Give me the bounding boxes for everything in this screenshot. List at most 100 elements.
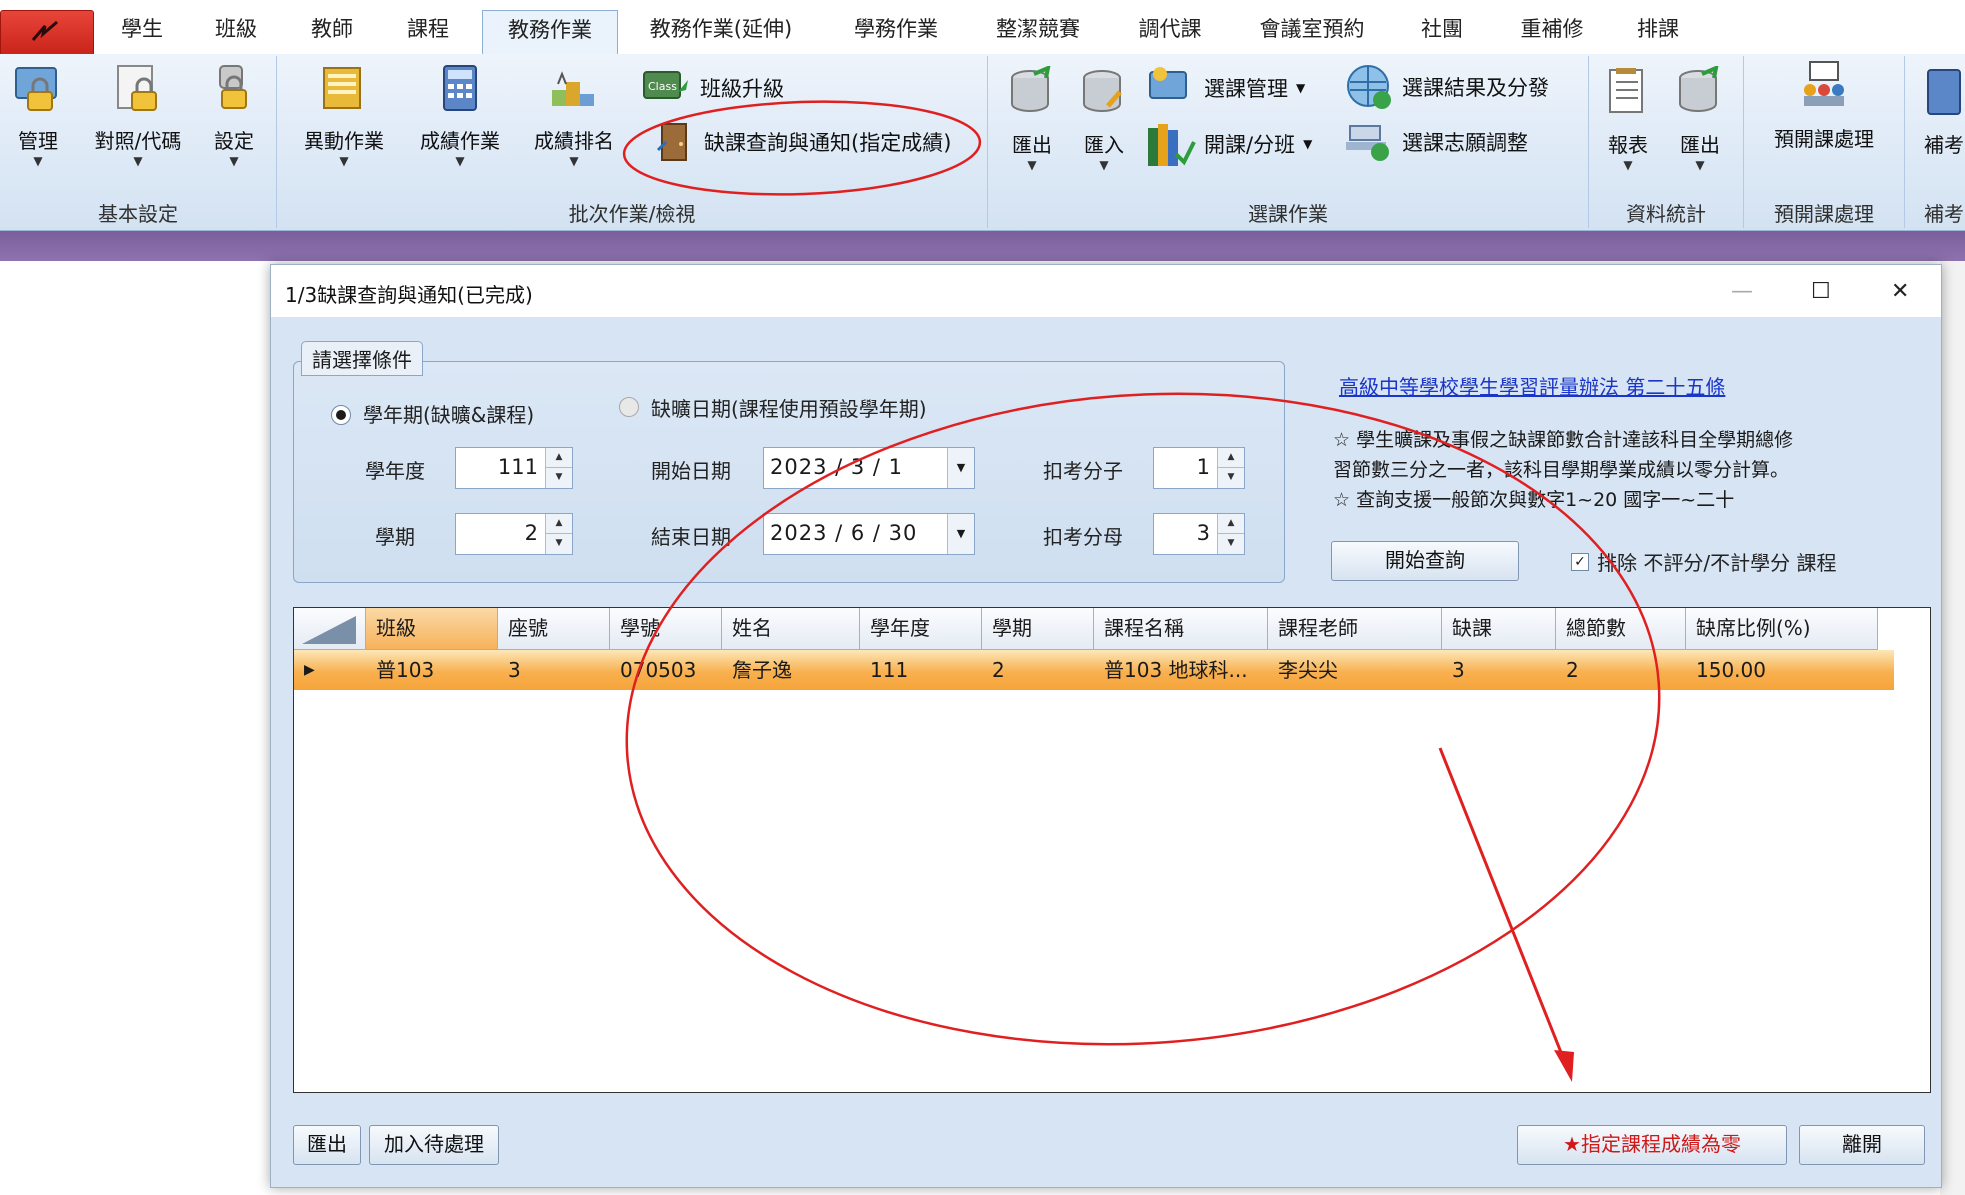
- spin-up-icon[interactable]: ▲: [546, 448, 572, 468]
- denominator-stepper[interactable]: 3 ▲ ▼: [1153, 513, 1245, 555]
- calculator-icon: [443, 65, 477, 111]
- grades-button[interactable]: 成績作業 ▼: [412, 62, 508, 168]
- zero-grade-button[interactable]: ★指定課程成績為零: [1517, 1125, 1787, 1165]
- group-label-stats: 資料統計: [1626, 202, 1706, 226]
- tab-course[interactable]: 課程: [392, 10, 464, 54]
- transfer-button[interactable]: 異動作業 ▼: [296, 62, 392, 168]
- door-exit-icon: [656, 123, 687, 161]
- class-upgrade-label: 班級升級: [700, 77, 784, 101]
- spin-down-icon[interactable]: ▼: [546, 534, 572, 553]
- course-import-button[interactable]: 匯入 ▼: [1072, 66, 1136, 172]
- column-header[interactable]: 學期: [982, 608, 1094, 650]
- semester-stepper[interactable]: 2 ▲ ▼: [455, 513, 573, 555]
- tab-club[interactable]: 社團: [1404, 10, 1480, 54]
- preopen-button[interactable]: 預開課處理: [1756, 60, 1892, 152]
- spin-up-icon[interactable]: ▲: [546, 514, 572, 534]
- end-date-label: 結束日期: [651, 525, 731, 549]
- minimize-icon[interactable]: —: [1731, 279, 1753, 304]
- course-export-button[interactable]: 匯出 ▼: [1000, 64, 1064, 172]
- note-line-3: ☆ 查詢支援一般節次與數字1~20 國字一~二十: [1333, 489, 1735, 511]
- mapping-code-button[interactable]: 對照/代碼 ▼: [80, 62, 196, 168]
- tab-substitute[interactable]: 調代課: [1122, 10, 1218, 54]
- column-header[interactable]: 缺課: [1442, 608, 1556, 650]
- numerator-stepper[interactable]: 1 ▲ ▼: [1153, 447, 1245, 489]
- ranking-button[interactable]: 成績排名 ▼: [526, 62, 622, 168]
- column-header[interactable]: 座號: [498, 608, 610, 650]
- makeup-exam-label: 補考: [1924, 133, 1964, 157]
- export-button[interactable]: 匯出: [293, 1125, 361, 1165]
- tab-teacher[interactable]: 教師: [296, 10, 368, 54]
- column-header[interactable]: 課程名稱: [1094, 608, 1268, 650]
- cell-teacher[interactable]: 李尖尖: [1268, 650, 1442, 690]
- cell-student-id[interactable]: 070503: [610, 650, 722, 690]
- column-header[interactable]: 缺席比例(%): [1686, 608, 1878, 650]
- cell-class[interactable]: 普103: [366, 650, 498, 690]
- numerator-value: 1: [1196, 455, 1210, 479]
- spin-up-icon[interactable]: ▲: [1218, 448, 1244, 468]
- column-header[interactable]: 學號: [610, 608, 722, 650]
- year-stepper[interactable]: 111 ▲ ▼: [455, 447, 573, 489]
- tab-student[interactable]: 學生: [106, 10, 178, 54]
- tab-class[interactable]: 班級: [200, 10, 272, 54]
- row-selector-icon[interactable]: ▶: [294, 650, 366, 690]
- report-button[interactable]: 報表 ▼: [1596, 66, 1660, 172]
- column-header[interactable]: 姓名: [722, 608, 860, 650]
- cell-seat[interactable]: 3: [498, 650, 610, 690]
- cell-total-periods[interactable]: 2: [1556, 650, 1686, 690]
- spin-down-icon[interactable]: ▼: [1218, 468, 1244, 487]
- grid-corner-header[interactable]: [294, 608, 366, 650]
- close-icon[interactable]: ✕: [1891, 279, 1909, 304]
- regulation-link[interactable]: 高級中等學校學生學習評量辦法 第二十五條: [1339, 371, 1725, 400]
- cell-absence-ratio[interactable]: 150.00: [1686, 650, 1878, 690]
- cell-course-name[interactable]: 普103 地球科...: [1094, 650, 1268, 690]
- start-date-picker[interactable]: 2023 / 3 / 1 ▼: [763, 447, 975, 489]
- end-date-picker[interactable]: 2023 / 6 / 30 ▼: [763, 513, 975, 555]
- result-grid: 班級 座號 學號 姓名 學年度 學期 課程名稱 課程老師 缺課 總節數 缺席比例…: [293, 607, 1931, 1093]
- cell-year[interactable]: 111: [860, 650, 982, 690]
- column-header[interactable]: 學年度: [860, 608, 982, 650]
- open-class-button[interactable]: 開課/分班 ▼: [1146, 120, 1312, 168]
- course-manage-button[interactable]: 選課管理 ▼: [1146, 66, 1305, 110]
- radio-date[interactable]: [619, 397, 639, 417]
- tab-cleanliness[interactable]: 整潔競賽: [978, 10, 1098, 54]
- cell-absence[interactable]: 3: [1442, 650, 1556, 690]
- add-pending-button[interactable]: 加入待處理: [369, 1125, 499, 1165]
- start-query-button[interactable]: 開始查詢: [1331, 541, 1519, 581]
- absence-query-button[interactable]: 缺課查詢與通知(指定成績): [656, 120, 951, 164]
- dropdown-arrow-icon: ▼: [133, 154, 143, 168]
- cell-name[interactable]: 詹子逸: [722, 650, 860, 690]
- column-header[interactable]: 總節數: [1556, 608, 1686, 650]
- denominator-value: 3: [1196, 521, 1210, 545]
- chevron-down-icon[interactable]: ▼: [947, 514, 974, 554]
- application-menu-button[interactable]: [0, 10, 94, 56]
- tab-meeting-room[interactable]: 會議室預約: [1244, 10, 1380, 54]
- tab-student-affairs[interactable]: 學務作業: [836, 10, 956, 54]
- spin-down-icon[interactable]: ▼: [546, 468, 572, 487]
- tab-scheduling[interactable]: 排課: [1622, 10, 1694, 54]
- makeup-exam-button[interactable]: 補考: [1914, 66, 1965, 158]
- background-panel: [1940, 261, 1965, 1195]
- chevron-down-icon[interactable]: ▼: [947, 448, 974, 488]
- course-manage-label: 選課管理: [1204, 77, 1288, 101]
- spin-down-icon[interactable]: ▼: [1218, 534, 1244, 553]
- cell-semester[interactable]: 2: [982, 650, 1094, 690]
- radio-term[interactable]: [331, 405, 351, 425]
- exclude-checkbox[interactable]: ✓: [1571, 553, 1589, 571]
- tab-academic-affairs-ext[interactable]: 教務作業(延伸): [636, 10, 806, 54]
- wish-adjust-button[interactable]: 選課志願調整: [1344, 120, 1528, 164]
- dropdown-arrow-icon: ▼: [33, 154, 43, 168]
- selection-result-button[interactable]: 選課結果及分發: [1344, 62, 1549, 112]
- tab-academic-affairs[interactable]: 教務作業: [482, 10, 618, 56]
- column-header[interactable]: 班級: [366, 608, 498, 650]
- books-icon: [1148, 124, 1196, 166]
- settings-button[interactable]: 設定 ▼: [204, 62, 264, 168]
- app-logo-icon: [31, 20, 58, 41]
- column-header[interactable]: 課程老師: [1268, 608, 1442, 650]
- manage-button[interactable]: 管理 ▼: [4, 62, 72, 168]
- maximize-icon[interactable]: ☐: [1811, 279, 1831, 304]
- spin-up-icon[interactable]: ▲: [1218, 514, 1244, 534]
- class-upgrade-button[interactable]: Class 班級升級: [642, 66, 784, 110]
- tab-retake[interactable]: 重補修: [1504, 10, 1600, 54]
- leave-button[interactable]: 離開: [1799, 1125, 1925, 1165]
- stats-export-button[interactable]: 匯出 ▼: [1668, 64, 1732, 172]
